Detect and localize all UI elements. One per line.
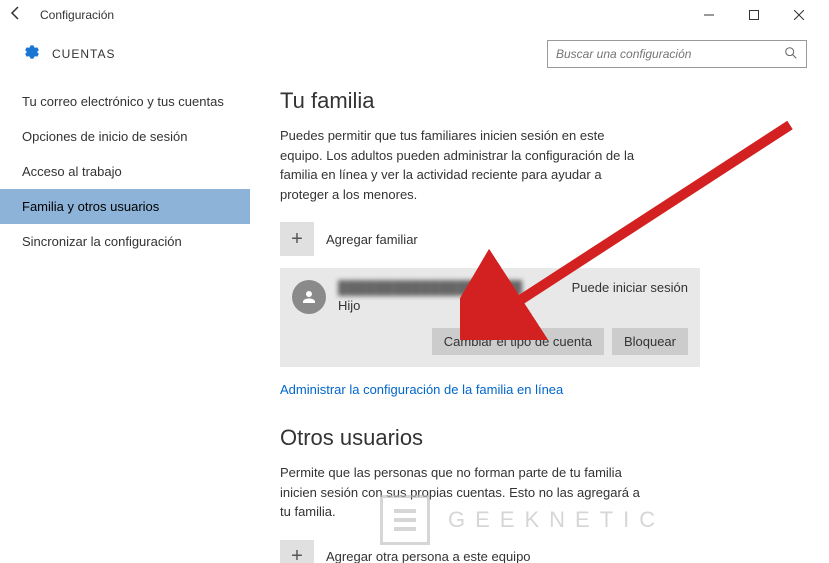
header: CUENTAS [0, 30, 829, 78]
sidebar-item-work-access[interactable]: Acceso al trabajo [0, 154, 250, 189]
sidebar-item-sync-settings[interactable]: Sincronizar la configuración [0, 224, 250, 259]
sidebar-item-family-users[interactable]: Familia y otros usuarios [0, 189, 250, 224]
add-family-member-button[interactable]: + Agregar familiar [280, 222, 799, 256]
minimize-button[interactable] [686, 0, 731, 30]
close-button[interactable] [776, 0, 821, 30]
block-button[interactable]: Bloquear [612, 328, 688, 355]
gear-icon [22, 42, 42, 67]
maximize-button[interactable] [731, 0, 776, 30]
titlebar: Configuración [0, 0, 829, 30]
member-role: Hijo [338, 298, 688, 313]
search-input[interactable] [556, 47, 784, 61]
others-heading: Otros usuarios [280, 425, 799, 451]
plus-icon: + [280, 540, 314, 563]
sidebar: Tu correo electrónico y tus cuentas Opci… [0, 78, 250, 563]
add-other-user-button[interactable]: + Agregar otra persona a este equipo [280, 540, 799, 563]
change-account-type-button[interactable]: Cambiar el tipo de cuenta [432, 328, 604, 355]
sidebar-item-email-accounts[interactable]: Tu correo electrónico y tus cuentas [0, 84, 250, 119]
add-other-label: Agregar otra persona a este equipo [326, 549, 531, 563]
others-description: Permite que las personas que no forman p… [280, 463, 650, 522]
family-heading: Tu familia [280, 88, 799, 114]
family-member-card[interactable]: ████████████████████ Puede iniciar sesió… [280, 268, 700, 367]
plus-icon: + [280, 222, 314, 256]
sidebar-item-signin-options[interactable]: Opciones de inicio de sesión [0, 119, 250, 154]
family-description: Puedes permitir que tus familiares inici… [280, 126, 650, 204]
search-box[interactable] [547, 40, 807, 68]
search-icon[interactable] [784, 46, 798, 63]
main-content: Tu familia Puedes permitir que tus famil… [250, 78, 829, 563]
back-button[interactable] [8, 5, 32, 26]
header-label: CUENTAS [52, 47, 547, 61]
member-status: Puede iniciar sesión [572, 280, 688, 295]
avatar-icon [292, 280, 326, 314]
member-email: ████████████████████ [338, 280, 522, 295]
window-title: Configuración [40, 8, 686, 22]
add-family-label: Agregar familiar [326, 232, 418, 247]
manage-family-online-link[interactable]: Administrar la configuración de la famil… [280, 382, 563, 397]
